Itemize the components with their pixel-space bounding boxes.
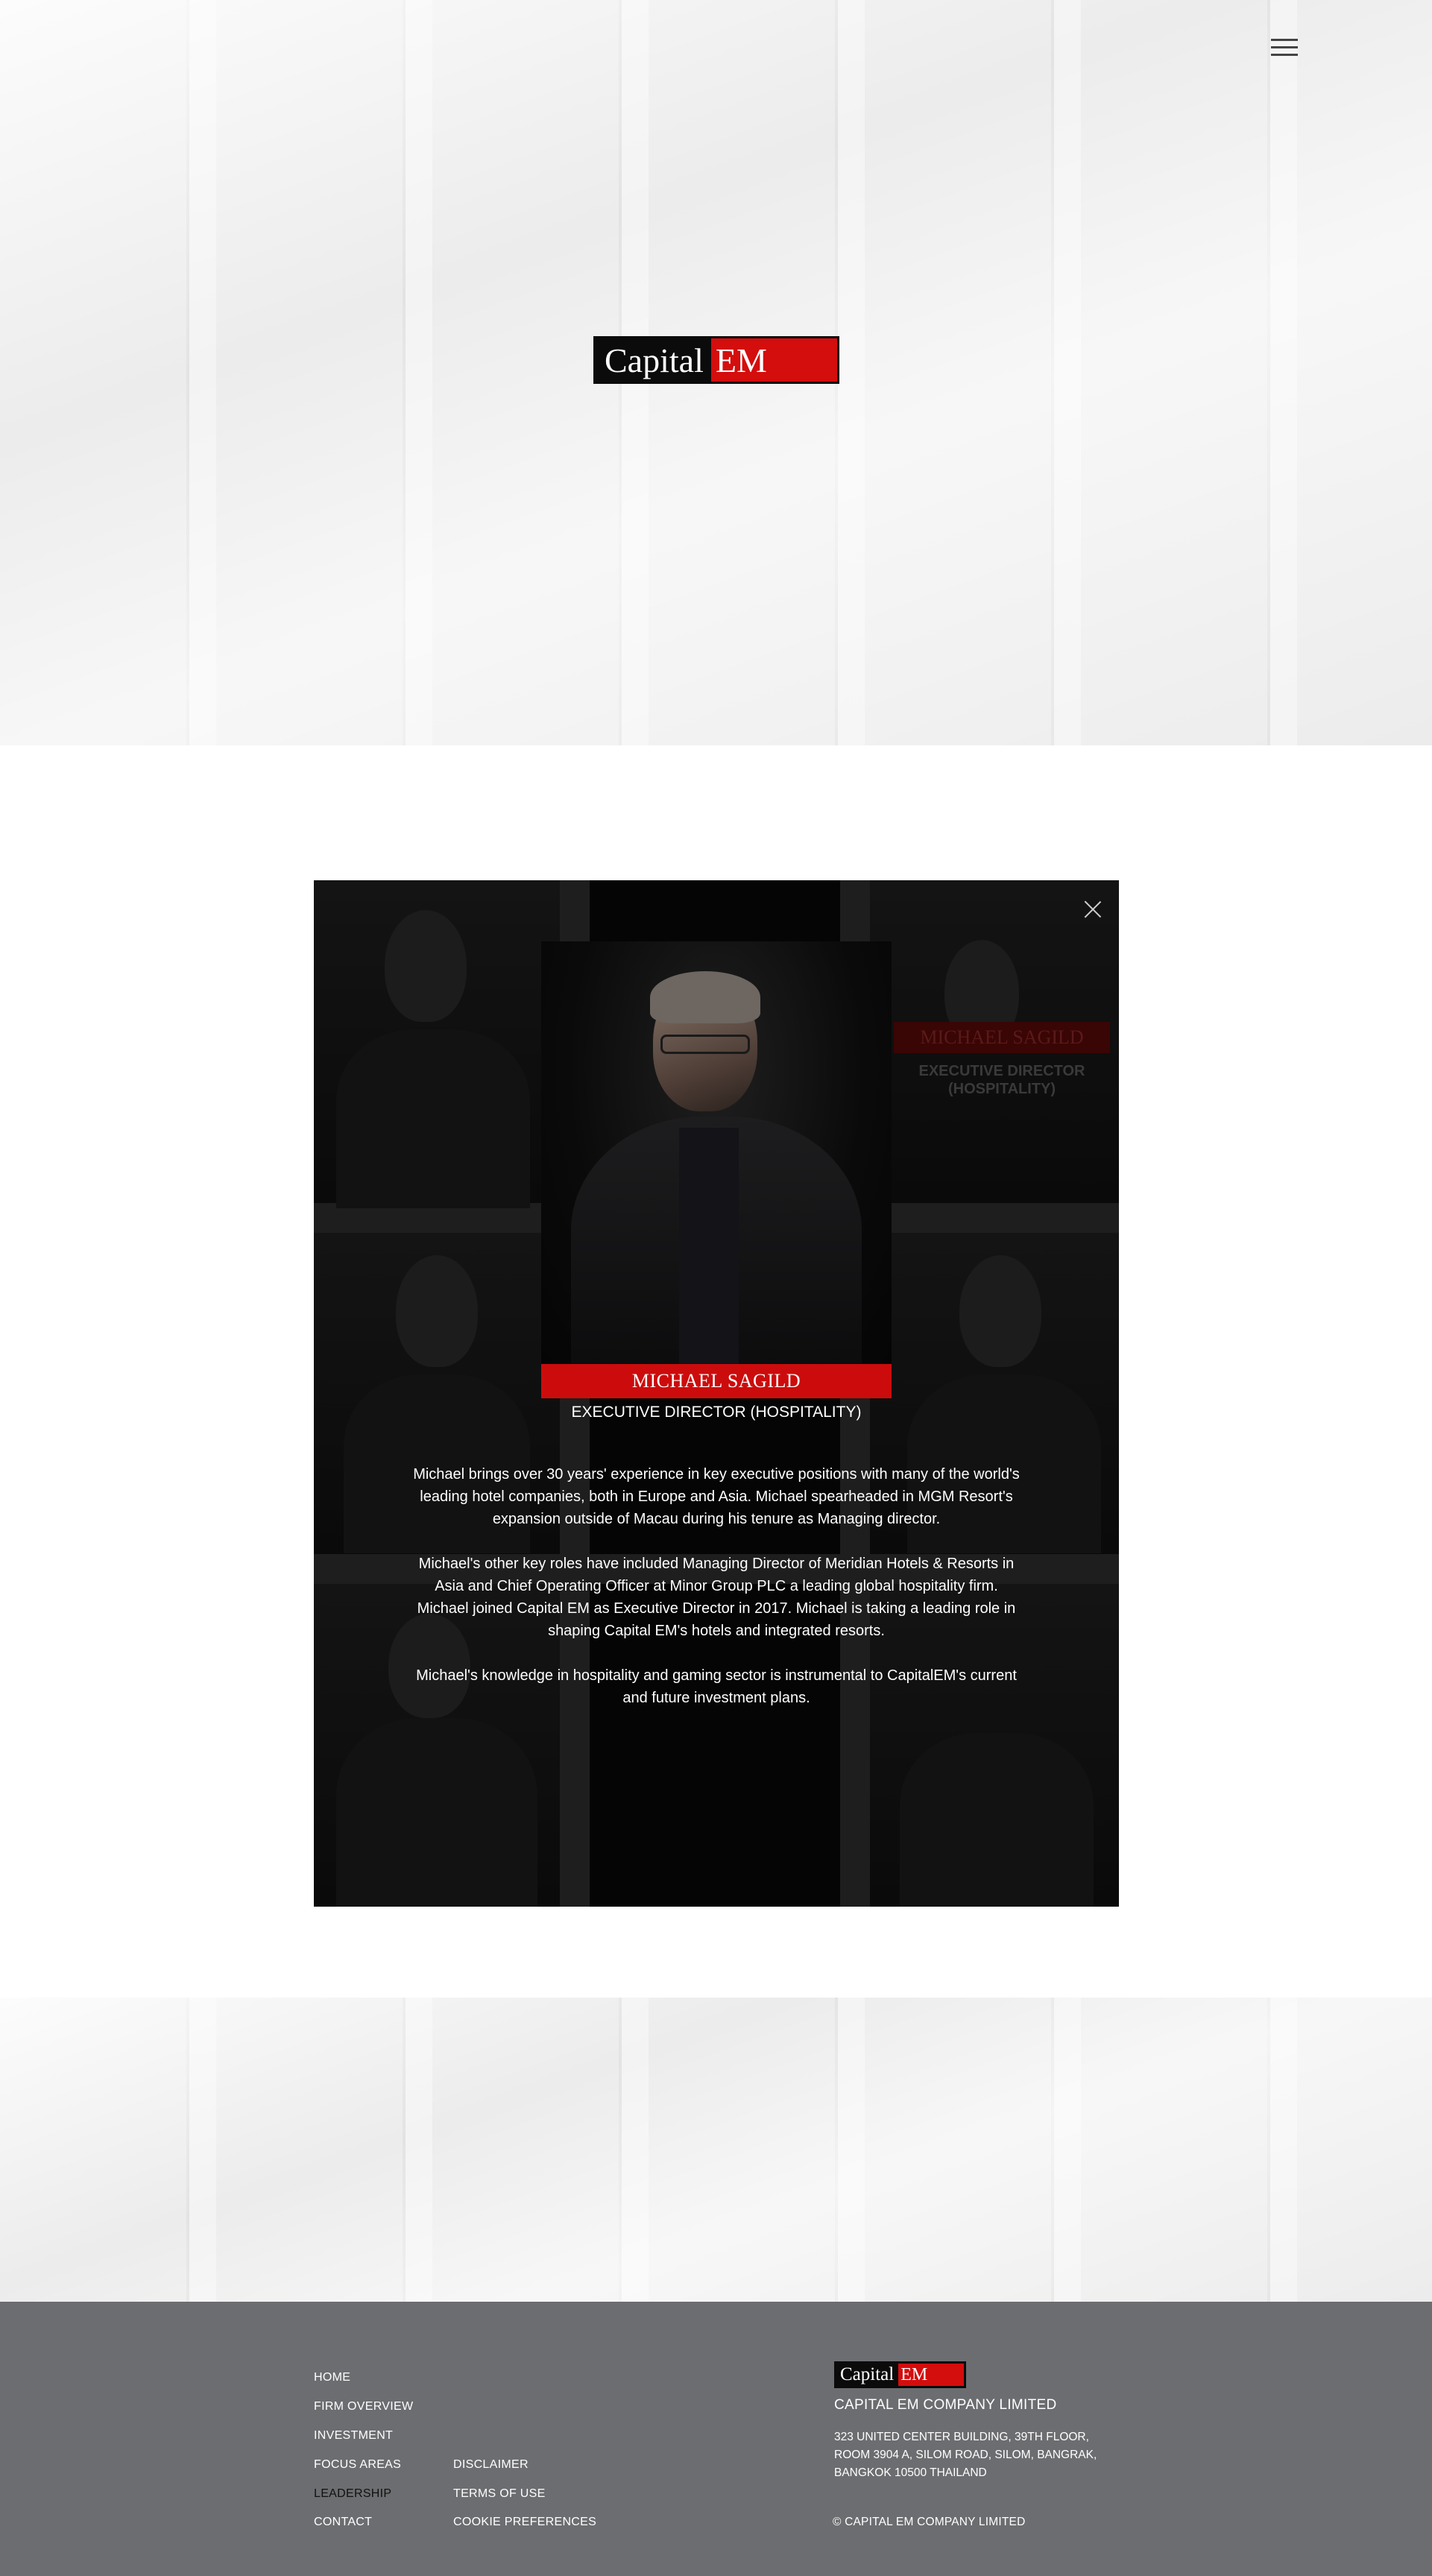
- background-member-name: MICHAEL SAGILD: [894, 1022, 1110, 1053]
- address-line: 323 UNITED CENTER BUILDING, 39TH FLOOR,: [834, 2431, 1089, 2443]
- bio-paragraph: Michael's other key roles have included …: [417, 1556, 1016, 1639]
- logo-word: Capital: [840, 2364, 895, 2384]
- footer-link-disclaimer[interactable]: DISCLAIMER: [453, 2458, 529, 2472]
- footer-link-terms-of-use[interactable]: TERMS OF USE: [453, 2487, 546, 2501]
- footer-link-cookie-preferences[interactable]: COOKIE PREFERENCES: [453, 2516, 596, 2529]
- footer-link-contact[interactable]: CONTACT: [314, 2516, 372, 2529]
- hero-section: Capital EM: [0, 0, 1432, 745]
- background-member-role: EXECUTIVE DIRECTOR (HOSPITALITY): [894, 1062, 1110, 1098]
- footer-link-firm-overview[interactable]: FIRM OVERVIEW: [314, 2400, 413, 2414]
- footer-logo[interactable]: Capital EM: [834, 2361, 966, 2388]
- member-role: EXECUTIVE DIRECTOR (HOSPITALITY): [571, 1404, 862, 1421]
- close-icon[interactable]: [1084, 900, 1102, 918]
- background-role-line: EXECUTIVE DIRECTOR: [918, 1063, 1085, 1079]
- team-portrait: [314, 880, 560, 1208]
- capital-em-logo[interactable]: Capital EM: [593, 336, 839, 384]
- member-name: MICHAEL SAGILD: [541, 1364, 892, 1398]
- address-line: ROOM 3904 A, SILOM ROAD, SILOM, BANGRAK,: [834, 2449, 1097, 2461]
- footer-link-investment[interactable]: INVESTMENT: [314, 2429, 393, 2443]
- company-address: 323 UNITED CENTER BUILDING, 39TH FLOOR, …: [834, 2428, 1147, 2482]
- site-footer: HOME FIRM OVERVIEW INVESTMENT FOCUS AREA…: [0, 2302, 1432, 2576]
- copyright: © CAPITAL EM COMPANY LIMITED: [833, 2516, 1026, 2528]
- background-role-line: (HOSPITALITY): [947, 1081, 1056, 1097]
- hamburger-menu-icon[interactable]: [1271, 36, 1299, 60]
- footer-link-focus-areas[interactable]: FOCUS AREAS: [314, 2458, 401, 2472]
- footer-link-leadership[interactable]: LEADERSHIP: [314, 2487, 391, 2501]
- logo-accent: EM: [710, 338, 837, 382]
- company-name: CAPITAL EM COMPANY LIMITED: [834, 2397, 1057, 2413]
- logo-word: Capital: [605, 341, 704, 379]
- member-portrait: [541, 941, 892, 1364]
- bio-paragraph: Michael's knowledge in hospitality and g…: [416, 1667, 1017, 1706]
- decorative-band: [0, 1998, 1432, 2302]
- address-line: BANGKOK 10500 THAILAND: [834, 2466, 987, 2479]
- member-bio: Michael brings over 30 years' experience…: [411, 1463, 1022, 1731]
- leadership-modal: MICHAEL SAGILD EXECUTIVE DIRECTOR (HOSPI…: [314, 880, 1119, 1907]
- logo-accent: EM: [898, 2364, 964, 2386]
- footer-link-home[interactable]: HOME: [314, 2371, 350, 2384]
- bio-paragraph: Michael brings over 30 years' experience…: [413, 1466, 1020, 1527]
